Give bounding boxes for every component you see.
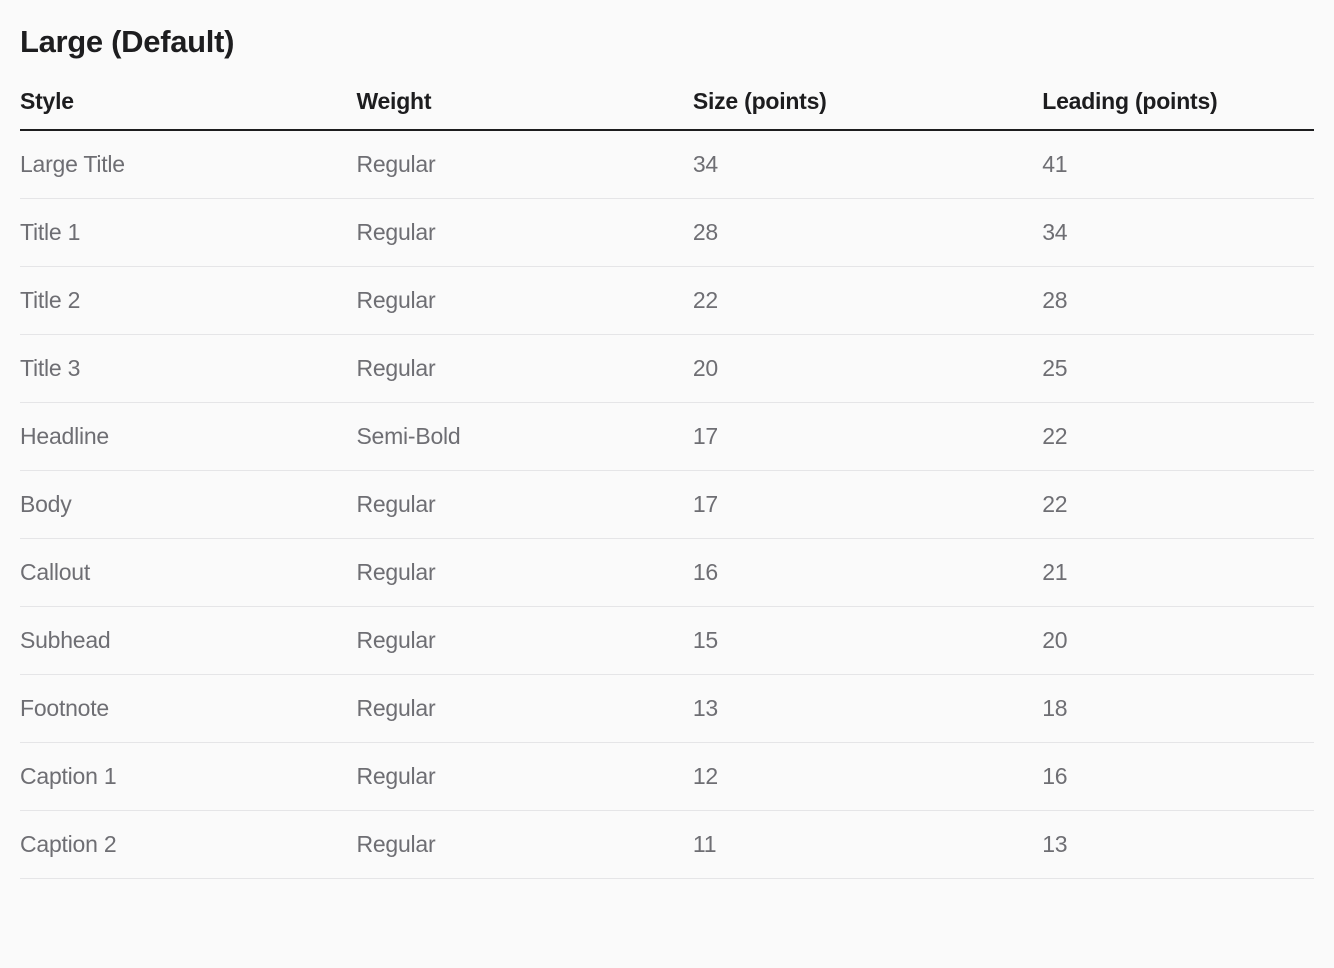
table-row: Subhead Regular 15 20 <box>20 607 1314 675</box>
table-row: Title 1 Regular 28 34 <box>20 199 1314 267</box>
header-leading: Leading (points) <box>1042 88 1314 130</box>
cell-style: Title 2 <box>20 267 356 335</box>
cell-weight: Regular <box>356 199 692 267</box>
cell-leading: 25 <box>1042 335 1314 403</box>
cell-style: Title 1 <box>20 199 356 267</box>
cell-weight: Regular <box>356 267 692 335</box>
cell-size: 28 <box>693 199 1042 267</box>
cell-weight: Semi-Bold <box>356 403 692 471</box>
cell-weight: Regular <box>356 675 692 743</box>
cell-style: Title 3 <box>20 335 356 403</box>
cell-leading: 18 <box>1042 675 1314 743</box>
cell-leading: 22 <box>1042 403 1314 471</box>
cell-leading: 20 <box>1042 607 1314 675</box>
cell-size: 17 <box>693 471 1042 539</box>
cell-weight: Regular <box>356 743 692 811</box>
table-row: Caption 1 Regular 12 16 <box>20 743 1314 811</box>
table-row: Footnote Regular 13 18 <box>20 675 1314 743</box>
header-style: Style <box>20 88 356 130</box>
cell-leading: 41 <box>1042 130 1314 199</box>
cell-style: Subhead <box>20 607 356 675</box>
cell-leading: 34 <box>1042 199 1314 267</box>
cell-style: Caption 1 <box>20 743 356 811</box>
cell-weight: Regular <box>356 335 692 403</box>
header-weight: Weight <box>356 88 692 130</box>
typography-table: Style Weight Size (points) Leading (poin… <box>20 88 1314 879</box>
cell-leading: 13 <box>1042 811 1314 879</box>
cell-leading: 28 <box>1042 267 1314 335</box>
cell-leading: 21 <box>1042 539 1314 607</box>
cell-size: 22 <box>693 267 1042 335</box>
cell-leading: 22 <box>1042 471 1314 539</box>
table-row: Title 2 Regular 22 28 <box>20 267 1314 335</box>
cell-size: 34 <box>693 130 1042 199</box>
cell-style: Caption 2 <box>20 811 356 879</box>
cell-size: 11 <box>693 811 1042 879</box>
table-row: Large Title Regular 34 41 <box>20 130 1314 199</box>
table-row: Caption 2 Regular 11 13 <box>20 811 1314 879</box>
table-row: Callout Regular 16 21 <box>20 539 1314 607</box>
page-title: Large (Default) <box>20 24 1314 60</box>
cell-size: 17 <box>693 403 1042 471</box>
cell-size: 12 <box>693 743 1042 811</box>
cell-weight: Regular <box>356 471 692 539</box>
cell-style: Callout <box>20 539 356 607</box>
cell-weight: Regular <box>356 539 692 607</box>
header-size: Size (points) <box>693 88 1042 130</box>
cell-style: Footnote <box>20 675 356 743</box>
table-row: Body Regular 17 22 <box>20 471 1314 539</box>
cell-weight: Regular <box>356 811 692 879</box>
cell-weight: Regular <box>356 130 692 199</box>
cell-size: 15 <box>693 607 1042 675</box>
cell-style: Body <box>20 471 356 539</box>
cell-weight: Regular <box>356 607 692 675</box>
cell-style: Headline <box>20 403 356 471</box>
cell-size: 13 <box>693 675 1042 743</box>
cell-size: 20 <box>693 335 1042 403</box>
table-header-row: Style Weight Size (points) Leading (poin… <box>20 88 1314 130</box>
table-row: Headline Semi-Bold 17 22 <box>20 403 1314 471</box>
cell-style: Large Title <box>20 130 356 199</box>
cell-size: 16 <box>693 539 1042 607</box>
table-row: Title 3 Regular 20 25 <box>20 335 1314 403</box>
cell-leading: 16 <box>1042 743 1314 811</box>
